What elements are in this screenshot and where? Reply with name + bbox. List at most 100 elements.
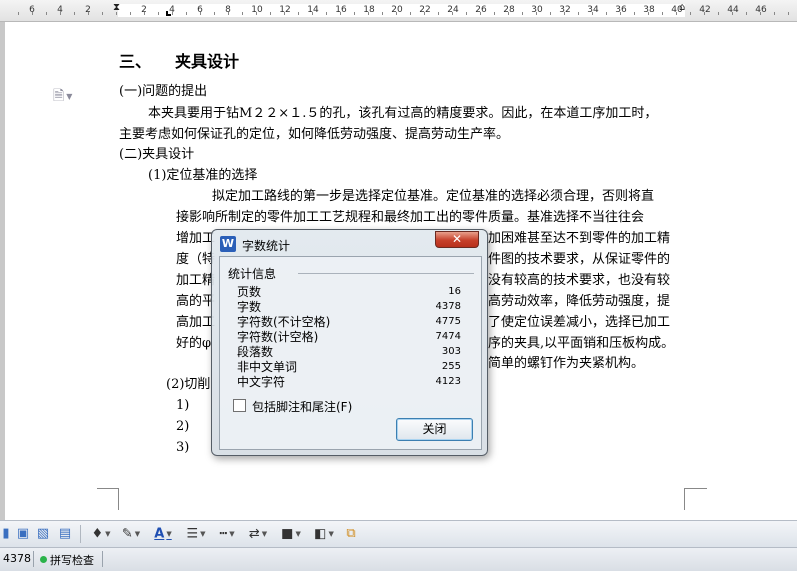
stat-label: 段落数	[237, 345, 274, 359]
section-title-2: (二)夹具设计	[119, 147, 195, 162]
ruler-number: 38	[643, 5, 655, 15]
stat-value: 4775	[435, 316, 461, 327]
paragraph-line: 接影响所制定的零件加工工艺规程和最终加工出的零件质量。基准选择不当往往会	[176, 210, 645, 225]
stat-label: 非中文单词	[237, 360, 298, 374]
ruler-tick	[158, 12, 159, 15]
ruler-tick	[746, 12, 747, 15]
ruler-tick	[368, 12, 369, 15]
heading-number: 三、	[119, 52, 152, 71]
ruler-tick	[704, 12, 705, 15]
3d-style-icon[interactable]: ◧ ▼	[310, 525, 338, 543]
stat-label: 页数	[237, 285, 262, 299]
page-corner-mark	[684, 488, 707, 510]
line-style-icon[interactable]: ☰ ▼	[182, 525, 210, 543]
ruler-number: 46	[755, 5, 767, 15]
subsection-title: (1)定位基准的选择	[148, 168, 258, 183]
document-icon[interactable]: 🗎 ▼	[53, 85, 72, 109]
ruler-tick	[438, 12, 439, 15]
ruler-tick	[774, 12, 775, 15]
dialog-titlebar[interactable]: W 字数统计 ✕	[212, 230, 487, 256]
close-button[interactable]: 关闭	[396, 418, 473, 441]
ruler-tick	[410, 12, 411, 15]
ruler-tick	[522, 12, 523, 15]
select-objects-icon[interactable]: ⧉	[342, 525, 360, 543]
ruler-number: 28	[503, 5, 515, 15]
ruler-tick	[424, 12, 425, 15]
paragraph-line: 加工精	[176, 273, 216, 288]
font-color-icon[interactable]: A ▼	[148, 525, 178, 543]
list-item: 2)	[176, 419, 190, 434]
tab-stop-icon[interactable]	[166, 11, 171, 16]
paragraph-line: 主要考虑如何保证孔的定位，如何降低劳动强度、提高劳动生产率。	[119, 127, 510, 142]
subsection-title: (2)切削	[166, 377, 211, 392]
horizontal-ruler[interactable]: 6 4 2 2 4 6 8 10 12 14 16 18 20 22 24 26 28 30 32 34 36 38 40 4…	[0, 0, 797, 22]
ruler-tick	[256, 12, 257, 15]
spell-status-icon	[40, 556, 47, 563]
status-divider	[102, 551, 103, 567]
include-footnotes-checkbox[interactable]	[233, 399, 246, 412]
ruler-tick	[690, 12, 691, 15]
dialog-body: 统计信息 页数 16 字数 4378 字符数(不计空格) 4775 字符数(计空…	[219, 256, 482, 450]
paragraph-line: 度（特	[176, 252, 216, 267]
ruler-tick	[18, 12, 19, 15]
toolbar-separator	[80, 525, 81, 543]
stat-label: 中文字符	[237, 375, 286, 389]
ruler-tick	[312, 12, 313, 15]
ruler-tick	[382, 12, 383, 15]
wps-logo-icon: W	[220, 236, 236, 252]
word-count-dialog: W 字数统计 ✕ 统计信息 页数 16 字数 4378 字符数(不计空格) 47…	[211, 229, 488, 456]
paragraph-line: 高劳动效率，降低劳动强度，提	[488, 294, 671, 309]
insert-image-icon[interactable]: ▧	[34, 525, 52, 543]
ruler-number: 44	[727, 5, 739, 15]
ruler-tick	[718, 12, 719, 15]
stat-value: 4123	[435, 376, 461, 387]
ruler-tick	[60, 12, 61, 15]
stats-group-title: 统计信息	[228, 267, 277, 281]
stat-label: 字数	[237, 300, 262, 314]
insert-picture-icon[interactable]: ▣	[14, 525, 32, 543]
ruler-tick	[242, 12, 243, 15]
word-count-status[interactable]: 4378	[3, 552, 31, 565]
indent-marker-right[interactable]: ⌂	[679, 2, 685, 13]
ruler-number: 26	[475, 5, 487, 15]
ruler-number: 10	[251, 5, 263, 15]
stat-value: 303	[441, 346, 461, 357]
stat-value: 255	[441, 361, 461, 372]
include-footnotes-label[interactable]: 包括脚注和尾注(F)	[252, 398, 352, 415]
stat-value: 4378	[435, 301, 461, 312]
ruler-tick	[760, 12, 761, 15]
paragraph-line: 没有较高的技术要求，也没有较	[488, 273, 671, 288]
indent-marker-left[interactable]: ⧗	[113, 2, 120, 13]
spell-check-status[interactable]: 拼写检查	[50, 552, 94, 568]
ruler-number: 36	[615, 5, 627, 15]
ruler-number: 16	[335, 5, 347, 15]
image-icon[interactable]: ▮	[0, 525, 12, 543]
paragraph-line: 增加工	[176, 231, 216, 246]
ruler-tick	[326, 12, 327, 15]
shadow-style-icon[interactable]: ■ ▼	[277, 525, 305, 543]
paragraph-line: 加困难甚至达不到零件的加工精	[488, 231, 671, 246]
stat-value: 16	[448, 286, 461, 297]
text-box-icon[interactable]: ▤	[56, 525, 74, 543]
stat-label: 字符数(计空格)	[237, 330, 319, 344]
ruler-tick	[32, 12, 33, 15]
dash-style-icon[interactable]: ┅ ▼	[213, 525, 241, 543]
ruler-tick	[508, 12, 509, 15]
ruler-tick	[74, 12, 75, 15]
ruler-tick	[788, 12, 789, 15]
fill-color-icon[interactable]: ♦ ▼	[87, 525, 115, 543]
group-divider	[298, 273, 474, 274]
ruler-tick	[298, 12, 299, 15]
arrow-style-icon[interactable]: ⇄ ▼	[244, 525, 272, 543]
status-bar: 4378 拼写检查	[0, 547, 797, 571]
ruler-tick	[606, 12, 607, 15]
dialog-close-x-button[interactable]: ✕	[435, 231, 479, 248]
paragraph-line: 本夹具要用于钻M２２×１.５的孔，该孔有过高的精度要求。因此，在本道工序加工时，	[148, 106, 658, 121]
ruler-tick	[46, 12, 47, 15]
ruler-tick	[480, 12, 481, 15]
line-color-icon[interactable]: ✎ ▼	[117, 525, 145, 543]
paragraph-line: 高的平	[176, 294, 216, 309]
paragraph-line: 件图的技术要求，从保证零件的	[488, 252, 671, 267]
ruler-tick	[578, 12, 579, 15]
ruler-tick	[396, 12, 397, 15]
